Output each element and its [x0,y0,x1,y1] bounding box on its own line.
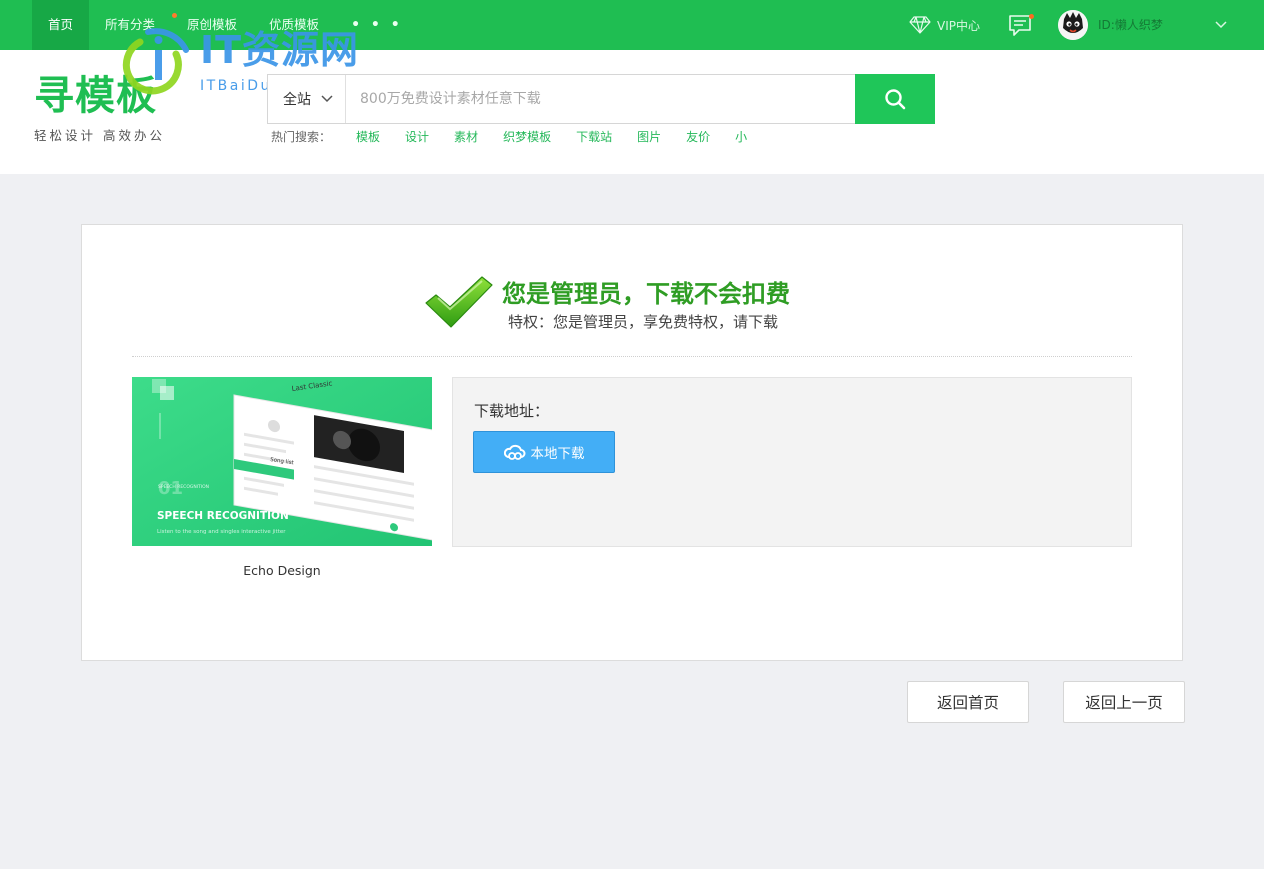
hot-link-youjia[interactable]: 友价 [686,128,710,145]
search-button[interactable] [855,74,935,124]
new-badge-dot [172,13,177,18]
vip-center-label: VIP中心 [937,18,980,33]
vip-center-link[interactable]: VIP中心 [909,0,980,50]
watermark-title: IT资源网 [200,28,360,72]
chevron-down-icon [321,95,333,103]
thumb-small-label: SPEECH RECOGNITION [158,484,209,490]
back-home-button[interactable]: 返回首页 [907,681,1029,723]
notice-subtitle: 特权：您是管理员，享免费特权，请下载 [508,313,779,331]
hot-search-row: 热门搜索： 模板 设计 素材 织梦模板 下载站 图片 友价 小 [271,128,772,145]
search-scope-select[interactable]: 全站 [268,75,346,123]
diamond-icon [909,16,931,34]
section-divider [132,356,1132,357]
thumb-heading: SPEECH RECOGNITION [157,510,289,522]
hot-link-materials[interactable]: 素材 [454,128,478,145]
local-download-button[interactable]: 本地下载 [473,431,615,473]
template-caption[interactable]: Echo Design [132,563,432,578]
hot-link-small[interactable]: 小 [735,128,747,145]
avatar[interactable] [1058,10,1088,40]
hot-link-download-site[interactable]: 下载站 [576,128,612,145]
thumbnail-illustration: Last Classic Song list 01 SPEECH RECOGNI… [132,377,432,546]
site-logo[interactable]: 寻模板 [34,74,157,118]
checkmark-icon [425,276,493,328]
nav-item-home[interactable]: 首页 [32,0,90,50]
search-input[interactable] [348,75,853,123]
download-address-box: 下载地址： 本地下载 [452,377,1132,547]
download-address-label: 下载地址： [474,402,550,420]
search-scope-label: 全站 [283,92,311,108]
hot-search-label: 热门搜索： [271,130,332,144]
cloud-link-icon [503,444,525,460]
thumb-tagline: Listen to the song and singles interacti… [157,529,286,535]
search-bar: 全站 [267,74,935,124]
hot-link-dedecms-templates[interactable]: 织梦模板 [503,128,551,145]
site-slogan: 轻松设计 高效办公 [34,128,165,143]
download-card: 您是管理员，下载不会扣费 特权：您是管理员，享免费特权，请下载 Last Cla… [81,224,1183,661]
search-icon [885,89,906,110]
notice-title: 您是管理员，下载不会扣费 [502,280,790,308]
top-nav-bar: 首页 所有分类 原创模板 优质模板 • • • VIP中心 ID:懒人织梦 [0,0,1264,50]
chevron-down-icon[interactable] [1214,19,1228,31]
user-id-label[interactable]: ID:懒人织梦 [1098,0,1163,50]
nav-item-all-categories[interactable]: 所有分类 [89,0,171,50]
template-thumbnail[interactable]: Last Classic Song list 01 SPEECH RECOGNI… [132,377,432,546]
hot-link-templates[interactable]: 模板 [356,128,380,145]
back-previous-button[interactable]: 返回上一页 [1063,681,1185,723]
message-badge-dot [1029,14,1034,19]
hot-link-design[interactable]: 设计 [405,128,429,145]
avatar-image [1058,10,1088,40]
hot-link-images[interactable]: 图片 [637,128,661,145]
local-download-label: 本地下载 [530,446,585,462]
